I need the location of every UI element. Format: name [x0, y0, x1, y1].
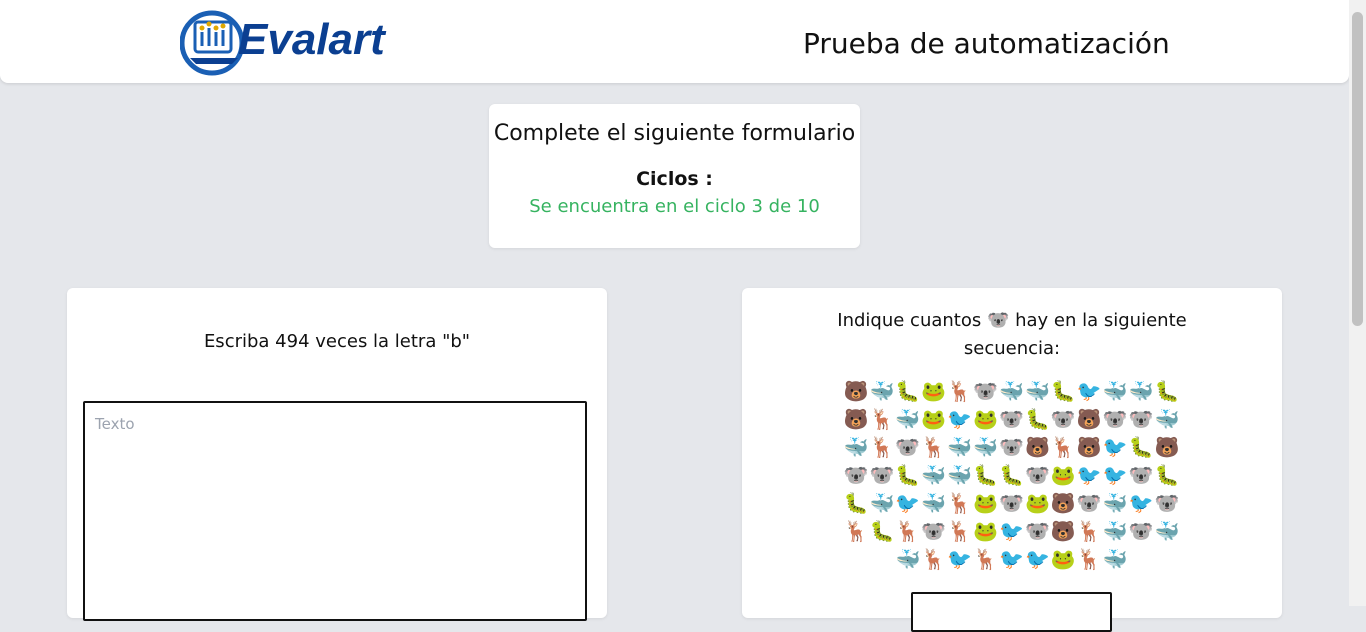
form-title: Complete el siguiente formulario [493, 121, 856, 146]
text-task-card: Escriba 494 veces la letra "b" [67, 288, 607, 621]
emoji-row: 🐳🦌🐨🦌🐳🐳🐨🐻🦌🐻🐦🐛🐻 [843, 435, 1181, 459]
scrollbar[interactable] [1349, 0, 1366, 606]
emoji-row: 🦌🐛🦌🐨🦌🐸🐦🐨🐻🦌🐳🐨🐳 [843, 519, 1181, 543]
cycle-status: Se encuentra en el ciclo 3 de 10 [529, 196, 820, 217]
emoji-row: 🐨🐨🐛🐳🐳🐛🐛🐨🐸🐦🐦🐨🐛 [843, 463, 1181, 487]
emoji-row: 🐻🦌🐳🐸🐦🐸🐨🐛🐨🐻🐨🐨🐳 [843, 407, 1181, 431]
page-title: Prueba de automatización [803, 27, 1170, 60]
emoji-sequence: 🐻🐳🐛🐸🦌🐨🐳🐳🐛🐦🐳🐳🐛 🐻🦌🐳🐸🐦🐸🐨🐛🐨🐻🐨🐨🐳 🐳🦌🐨🦌🐳🐳🐨🐻🦌🐻🐦🐛… [832, 377, 1192, 573]
text-answer-textarea[interactable] [83, 401, 587, 621]
scrollbar-thumb[interactable] [1352, 12, 1363, 326]
emoji-row: 🐛🐳🐦🐳🦌🐸🐨🐸🐻🐨🐳🐦🐨 [843, 491, 1181, 515]
emoji-row: 🐳🦌🐦🦌🐦🐦🐸🦌🐳 [895, 547, 1129, 571]
emoji-count-input[interactable] [911, 592, 1112, 632]
svg-text:Evalart: Evalart [238, 15, 387, 64]
header: Evalart Prueba de automatización [0, 0, 1349, 83]
emoji-count-prompt: Indique cuantos 🐨 hay en la siguiente se… [837, 310, 1187, 359]
emoji-row: 🐻🐳🐛🐸🦌🐨🐳🐳🐛🐦🐳🐳🐛 [843, 379, 1181, 403]
cycle-card: Complete el siguiente formulario Ciclos … [489, 104, 860, 248]
evalart-logo[interactable]: Evalart [180, 8, 420, 78]
text-task-prompt: Escriba 494 veces la letra "b" [203, 331, 471, 352]
cycles-label: Ciclos : [636, 168, 713, 190]
emoji-count-card: Indique cuantos 🐨 hay en la siguiente se… [742, 288, 1282, 632]
